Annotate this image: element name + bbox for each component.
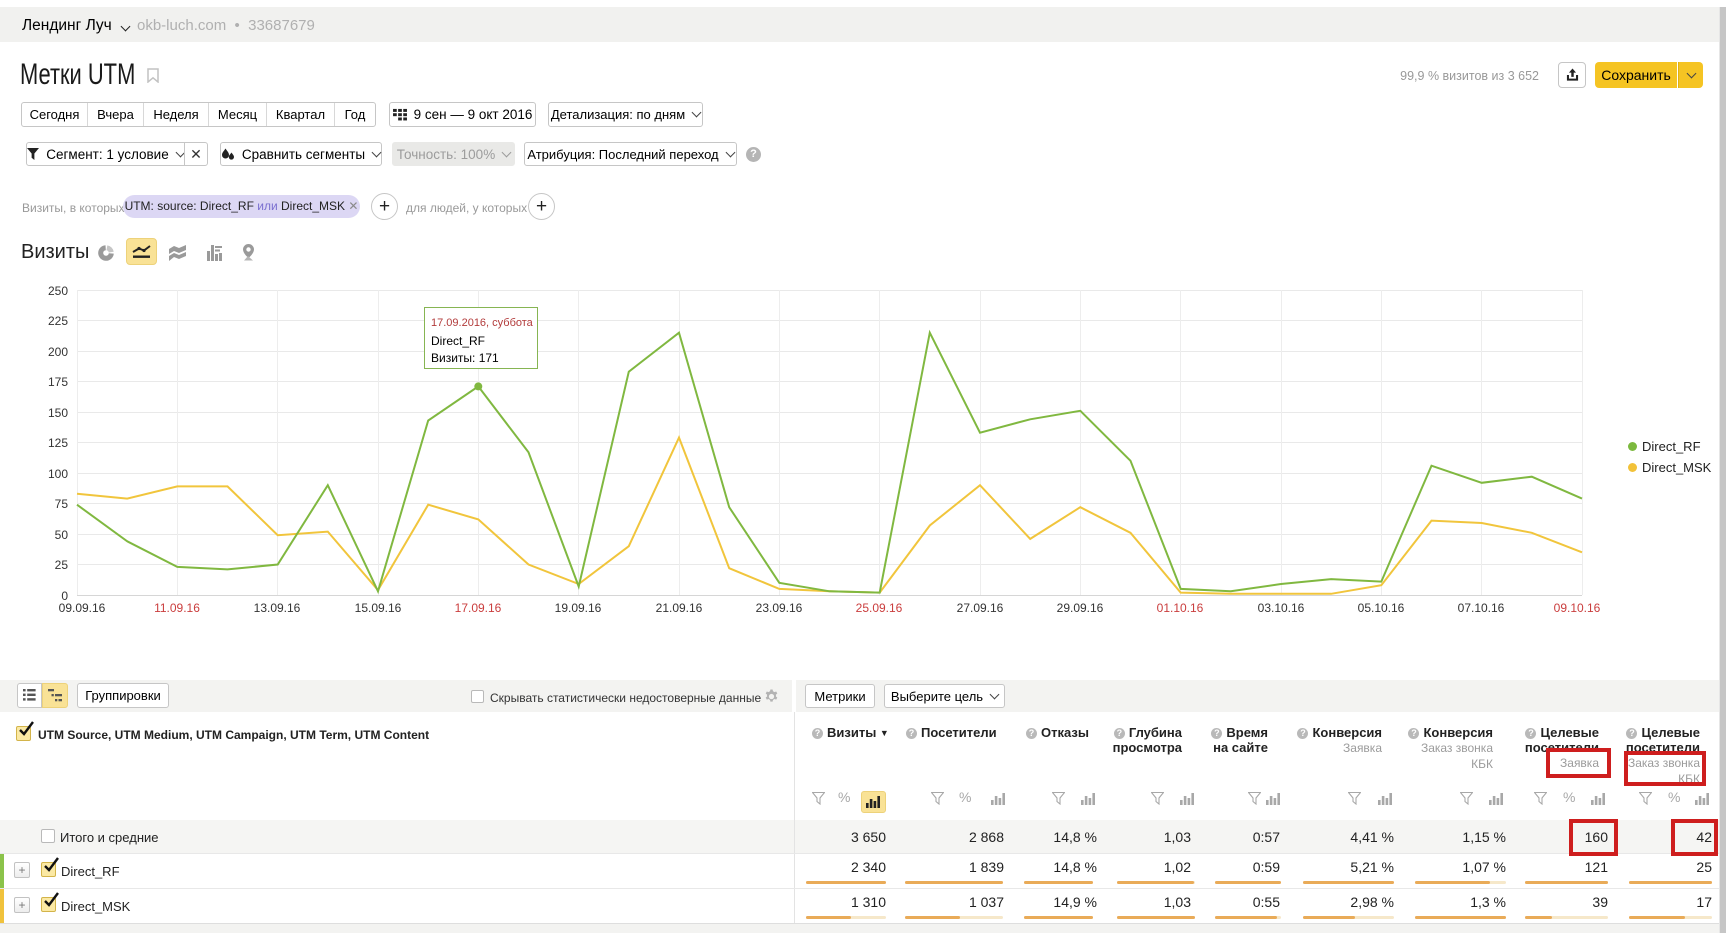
svg-text:17.09.16: 17.09.16	[455, 601, 502, 615]
svg-text:50: 50	[55, 528, 69, 542]
svg-text:19.09.16: 19.09.16	[555, 601, 602, 615]
svg-text:09.09.16: 09.09.16	[59, 601, 106, 615]
svg-text:25.09.16: 25.09.16	[856, 601, 903, 615]
svg-text:01.10.16: 01.10.16	[1157, 601, 1204, 615]
svg-text:125: 125	[48, 436, 68, 450]
svg-text:225: 225	[48, 314, 68, 328]
svg-text:29.09.16: 29.09.16	[1057, 601, 1104, 615]
svg-text:21.09.16: 21.09.16	[656, 601, 703, 615]
svg-text:07.10.16: 07.10.16	[1458, 601, 1505, 615]
svg-text:25: 25	[55, 558, 69, 572]
svg-text:250: 250	[48, 284, 68, 298]
svg-text:13.09.16: 13.09.16	[254, 601, 301, 615]
svg-text:175: 175	[48, 375, 68, 389]
svg-text:150: 150	[48, 406, 68, 420]
svg-text:05.10.16: 05.10.16	[1358, 601, 1405, 615]
svg-text:23.09.16: 23.09.16	[756, 601, 803, 615]
svg-text:09.10.16: 09.10.16	[1554, 601, 1601, 615]
svg-text:27.09.16: 27.09.16	[957, 601, 1004, 615]
svg-text:75: 75	[55, 497, 69, 511]
svg-text:15.09.16: 15.09.16	[355, 601, 402, 615]
svg-text:200: 200	[48, 345, 68, 359]
svg-text:03.10.16: 03.10.16	[1258, 601, 1305, 615]
svg-text:11.09.16: 11.09.16	[154, 601, 200, 615]
svg-text:100: 100	[48, 467, 68, 481]
